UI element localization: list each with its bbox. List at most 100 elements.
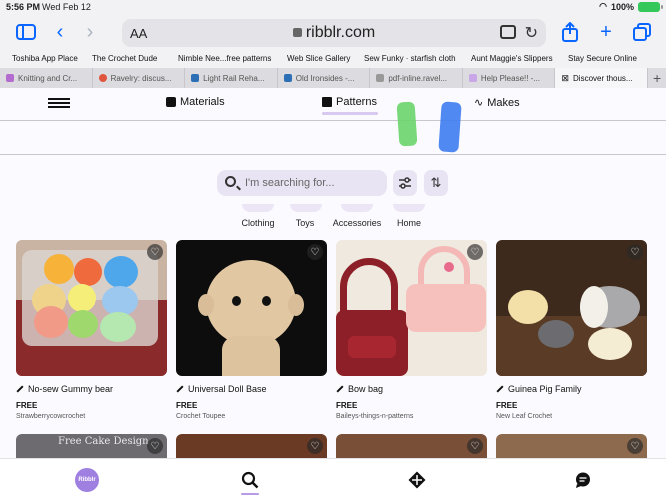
pattern-card[interactable]: ♡ Guinea Pig Family FREE New Leaf Croche… bbox=[496, 240, 647, 420]
image-detail bbox=[100, 312, 136, 342]
image-detail bbox=[222, 336, 280, 376]
bookmark-item[interactable]: Sew Funky · starfish cloth bbox=[364, 54, 456, 63]
filter-icon bbox=[399, 177, 411, 189]
image-detail bbox=[538, 320, 574, 348]
image-detail bbox=[288, 294, 304, 316]
battery-icon bbox=[638, 1, 663, 12]
bookmark-item[interactable]: Web Slice Gallery bbox=[287, 54, 350, 63]
home-logo-button[interactable]: Ribblr bbox=[75, 468, 99, 492]
pattern-image[interactable]: ♡ bbox=[496, 240, 647, 376]
heart-icon[interactable]: ♡ bbox=[307, 244, 323, 260]
pattern-title[interactable]: Universal Doll Base bbox=[176, 384, 327, 394]
image-detail bbox=[44, 254, 74, 284]
browser-tab[interactable]: Help Please!! -... bbox=[463, 68, 556, 88]
bookmark-item[interactable]: Stay Secure Online bbox=[568, 54, 637, 63]
pattern-card-partial[interactable]: Free Cake Design ♡ bbox=[16, 434, 167, 460]
crochet-hook-icon bbox=[496, 385, 504, 393]
heart-icon[interactable]: ♡ bbox=[467, 244, 483, 260]
heart-icon[interactable]: ♡ bbox=[467, 438, 483, 454]
back-icon[interactable]: ‹ bbox=[48, 20, 72, 44]
crochet-hook-icon bbox=[176, 385, 184, 393]
site-nav: Materials Patterns ∿ Makes bbox=[0, 88, 666, 118]
browser-tab[interactable]: Knitting and Cr... bbox=[0, 68, 93, 88]
tab-label: Ravelry: discus... bbox=[110, 73, 172, 83]
lock-icon bbox=[292, 28, 302, 37]
pattern-card-partial[interactable]: ♡ bbox=[176, 434, 327, 460]
chat-icon bbox=[576, 472, 590, 488]
tab-label: Light Rail Reha... bbox=[203, 73, 265, 83]
ribblr-logo: Ribblr bbox=[75, 468, 99, 492]
pattern-image[interactable]: ♡ bbox=[336, 240, 487, 376]
tabs-overview-icon[interactable] bbox=[630, 20, 654, 44]
tab-label: Discover thous... bbox=[573, 73, 633, 83]
forward-icon[interactable]: › bbox=[78, 20, 102, 44]
category-label: Toys bbox=[295, 218, 315, 228]
menu-icon[interactable] bbox=[48, 98, 70, 108]
pattern-title[interactable]: No-sew Gummy bear bbox=[16, 384, 167, 394]
category-toys[interactable]: Toys bbox=[290, 204, 322, 228]
browser-tab[interactable]: Light Rail Reha... bbox=[185, 68, 278, 88]
pattern-image[interactable]: ♡ bbox=[16, 240, 167, 376]
share-icon[interactable] bbox=[558, 20, 582, 44]
browser-tab[interactable]: pdf-inline.ravel... bbox=[370, 68, 463, 88]
heart-icon[interactable]: ♡ bbox=[627, 244, 643, 260]
bookmark-item[interactable]: Toshiba App Place bbox=[12, 54, 78, 63]
messages-button[interactable] bbox=[571, 468, 595, 492]
status-date: Wed Feb 12 bbox=[42, 2, 91, 12]
image-detail bbox=[104, 256, 138, 288]
green-highlight-mark bbox=[396, 101, 418, 147]
pattern-author[interactable]: Baileys-things-n-patterns bbox=[336, 413, 487, 420]
category-accessories[interactable]: Accessories bbox=[330, 204, 384, 228]
tab-add-icon[interactable]: + bbox=[648, 68, 666, 88]
pattern-card[interactable]: ♡ Bow bag FREE Baileys-things-n-patterns bbox=[336, 240, 487, 420]
sort-button[interactable]: ⇅ bbox=[424, 170, 448, 196]
heart-icon[interactable]: ♡ bbox=[627, 438, 643, 454]
filter-button[interactable] bbox=[393, 170, 417, 196]
pattern-card[interactable]: ♡ Universal Doll Base FREE Crochet Toupe… bbox=[176, 240, 327, 420]
search-bar[interactable] bbox=[217, 170, 387, 196]
nav-patterns[interactable]: Patterns bbox=[322, 96, 377, 108]
pattern-card-partial[interactable]: ♡ bbox=[336, 434, 487, 460]
browser-tab[interactable]: Ravelry: discus... bbox=[93, 68, 186, 88]
pattern-price: FREE bbox=[336, 401, 358, 410]
pattern-author[interactable]: New Leaf Crochet bbox=[496, 413, 647, 420]
pattern-card[interactable]: ♡ No-sew Gummy bear FREE Strawberrycowcr… bbox=[16, 240, 167, 420]
pattern-author[interactable]: Strawberrycowcrochet bbox=[16, 413, 167, 420]
tab-label: Old Ironsides -... bbox=[295, 73, 355, 83]
new-tab-icon[interactable]: + bbox=[594, 20, 618, 44]
sidebar-toggle-icon[interactable] bbox=[14, 20, 38, 44]
heart-icon[interactable]: ♡ bbox=[307, 438, 323, 454]
makes-icon: ∿ bbox=[474, 97, 484, 109]
pattern-title[interactable]: Guinea Pig Family bbox=[496, 384, 647, 394]
pattern-title[interactable]: Bow bag bbox=[336, 384, 487, 394]
favicon-icon bbox=[468, 74, 477, 82]
search-input[interactable] bbox=[245, 174, 381, 192]
bookmark-item[interactable]: The Crochet Dude bbox=[92, 54, 157, 63]
heart-icon[interactable]: ♡ bbox=[147, 244, 163, 260]
close-tab-icon[interactable]: ⊠ bbox=[561, 73, 569, 84]
extension-icon[interactable] bbox=[500, 25, 516, 39]
reload-icon[interactable]: ↻ bbox=[525, 23, 538, 43]
nav-materials[interactable]: Materials bbox=[166, 96, 225, 108]
pattern-price: FREE bbox=[16, 401, 38, 410]
pattern-card-partial[interactable]: ♡ bbox=[496, 434, 647, 460]
tab-label: Knitting and Cr... bbox=[18, 73, 78, 83]
search-tab-button[interactable] bbox=[238, 468, 262, 492]
url-display[interactable]: ribblr.com bbox=[122, 24, 546, 42]
heart-icon[interactable]: ♡ bbox=[147, 438, 163, 454]
category-label: Home bbox=[396, 218, 421, 228]
image-detail bbox=[580, 286, 608, 328]
bookmark-item[interactable]: Aunt Maggie's Slippers bbox=[471, 54, 553, 63]
tab-label: Help Please!! -... bbox=[480, 73, 541, 83]
category-home[interactable]: Home bbox=[393, 204, 425, 228]
bookmark-item[interactable]: Nimble Nee...free patterns bbox=[178, 54, 271, 63]
address-bar[interactable]: AA ribblr.com ↻ bbox=[122, 19, 546, 47]
category-clothing[interactable]: Clothing bbox=[238, 204, 278, 228]
nav-makes[interactable]: ∿ Makes bbox=[474, 96, 520, 110]
create-button[interactable] bbox=[405, 468, 429, 492]
browser-tab[interactable]: Old Ironsides -... bbox=[278, 68, 371, 88]
browser-tab-active[interactable]: ⊠ Discover thous... bbox=[555, 68, 649, 88]
pattern-author[interactable]: Crochet Toupee bbox=[176, 413, 327, 420]
image-detail bbox=[198, 294, 214, 316]
pattern-image[interactable]: ♡ bbox=[176, 240, 327, 376]
